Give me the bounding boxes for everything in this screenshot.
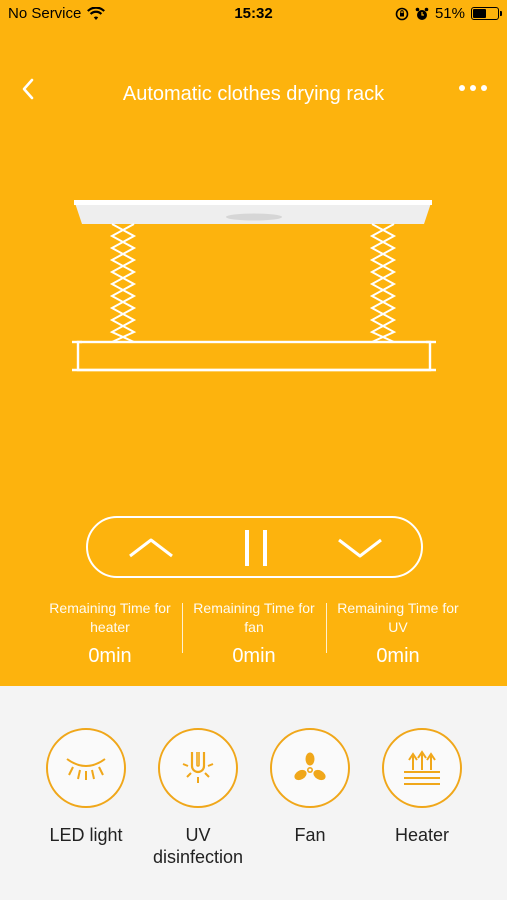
fan-toggle[interactable] bbox=[270, 728, 350, 808]
feature-panel: LED light UV disinfection Fan Heater bbox=[0, 686, 507, 900]
chevron-up-icon bbox=[129, 538, 173, 558]
uv-lamp-icon bbox=[182, 752, 214, 783]
feature-label: UV disinfection bbox=[152, 825, 244, 867]
timer-label: Remaining Time for UV bbox=[337, 600, 459, 635]
pause-icon bbox=[245, 530, 267, 566]
remaining-timers: Remaining Time for heater 0min Remaining… bbox=[38, 599, 470, 671]
chevron-down-icon bbox=[338, 538, 382, 558]
nav-bar: Automatic clothes drying rack bbox=[0, 70, 507, 120]
led-light-toggle[interactable] bbox=[46, 728, 126, 808]
battery-icon bbox=[471, 7, 502, 20]
lower-button[interactable] bbox=[325, 518, 395, 576]
status-bar: No Service 15:32 51% bbox=[0, 0, 507, 28]
timer-value: 0min bbox=[232, 645, 276, 667]
fan-button[interactable]: Fan bbox=[255, 728, 365, 846]
timer-value: 0min bbox=[88, 645, 132, 667]
orientation-lock-icon bbox=[395, 7, 409, 20]
led-light-icon bbox=[66, 758, 106, 780]
rack-control bbox=[86, 516, 423, 578]
timer-label: Remaining Time for heater bbox=[49, 600, 171, 635]
fan-icon bbox=[294, 752, 326, 781]
timer-value: 0min bbox=[376, 645, 420, 667]
raise-button[interactable] bbox=[116, 518, 186, 576]
page-title: Automatic clothes drying rack bbox=[122, 83, 385, 105]
drying-rack-illustration bbox=[72, 200, 436, 372]
pause-button[interactable] bbox=[221, 518, 291, 576]
chevron-left-icon bbox=[22, 78, 34, 100]
heater-icon bbox=[404, 750, 440, 785]
feature-label: Fan bbox=[294, 825, 326, 845]
alarm-icon bbox=[415, 7, 429, 20]
more-horizontal-icon bbox=[459, 85, 487, 91]
device-panel: No Service 15:32 51% Automatic clothes d… bbox=[0, 0, 507, 686]
uv-disinfection-button[interactable]: UV disinfection bbox=[143, 728, 253, 868]
timer-fan: Remaining Time for fan 0min bbox=[182, 599, 326, 671]
feature-label: LED light bbox=[49, 825, 123, 845]
led-light-button[interactable]: LED light bbox=[31, 728, 141, 846]
uv-disinfection-toggle[interactable] bbox=[158, 728, 238, 808]
back-button[interactable] bbox=[14, 74, 44, 104]
more-button[interactable] bbox=[457, 78, 489, 98]
timer-uv: Remaining Time for UV 0min bbox=[326, 599, 470, 671]
timer-label: Remaining Time for fan bbox=[193, 600, 315, 635]
battery-percent: 51% bbox=[434, 5, 465, 22]
heater-button[interactable]: Heater bbox=[367, 728, 477, 846]
timer-heater: Remaining Time for heater 0min bbox=[38, 599, 182, 671]
heater-toggle[interactable] bbox=[382, 728, 462, 808]
feature-label: Heater bbox=[394, 825, 450, 845]
battery-fill bbox=[473, 9, 487, 18]
